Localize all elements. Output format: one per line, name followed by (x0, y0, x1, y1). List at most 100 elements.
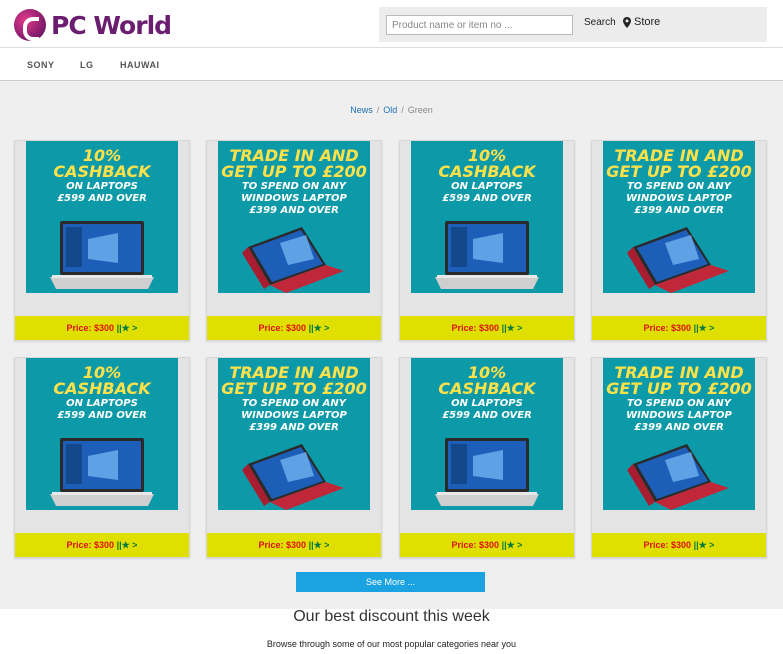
convertible-laptop-image (627, 444, 729, 510)
laptop-image (435, 438, 539, 506)
breadcrumb: News / Old / Green (0, 105, 783, 115)
promo-text: 10% CASHBACK ON LAPTOPS £599 AND OVER (26, 365, 178, 421)
promo-line: WINDOWS LAPTOP (626, 410, 732, 421)
logo-icon (14, 9, 46, 41)
price-label: Price: $300 (643, 323, 692, 333)
promo-line: £599 AND OVER (442, 410, 532, 421)
promo-text: TRADE IN AND GET UP TO £200 TO SPEND ON AN… (603, 365, 755, 433)
promo-banner[interactable]: 10% CASHBACK ON LAPTOPS £599 AND OVER (411, 358, 563, 510)
promo-banner[interactable]: 10% CASHBACK ON LAPTOPS £599 AND OVER (26, 358, 178, 510)
best-discount-title: Our best discount this week (293, 608, 490, 625)
product-card[interactable]: 10% CASHBACK ON LAPTOPS £599 AND OVER Price:… (14, 357, 190, 558)
product-card[interactable]: TRADE IN AND GET UP TO £200 TO SPEND ON AN… (591, 357, 767, 558)
laptop-image (50, 438, 154, 506)
promo-banner[interactable]: TRADE IN AND GET UP TO £200 TO SPEND ON AN… (218, 358, 370, 510)
search-input[interactable] (386, 15, 573, 35)
promo-line: GET UP TO £200 (221, 162, 367, 181)
promo-text: 10% CASHBACK ON LAPTOPS £599 AND OVER (26, 148, 178, 204)
promo-line: CASHBACK (53, 379, 151, 398)
price-label: Price: $300 (258, 323, 307, 333)
product-card[interactable]: TRADE IN AND GET UP TO £200 TO SPEND ON AN… (206, 140, 382, 341)
search-bar: Search Store (379, 7, 767, 42)
brand-link-sony[interactable]: SONY (27, 60, 55, 70)
price-bar[interactable]: Price: $300 ||★ > (15, 533, 189, 557)
breadcrumb-news[interactable]: News (350, 105, 373, 115)
price-label: Price: $300 (66, 323, 115, 333)
price-bar[interactable]: Price: $300 ||★ > (207, 533, 381, 557)
breadcrumb-separator: / (401, 105, 404, 115)
promo-line: GET UP TO £200 (606, 162, 752, 181)
breadcrumb-separator: / (376, 105, 380, 115)
promo-banner[interactable]: TRADE IN AND GET UP TO £200 TO SPEND ON AN… (218, 141, 370, 293)
laptop-image (435, 221, 539, 289)
promo-line: ON LAPTOPS (66, 398, 138, 409)
promo-line: ON LAPTOPS (451, 398, 523, 409)
price-label: Price: $300 (451, 323, 500, 333)
price-label: Price: $300 (643, 540, 692, 550)
brand-link-hauwai[interactable]: HAUWAI (120, 60, 160, 70)
convertible-laptop-image (242, 444, 344, 510)
product-card[interactable]: 10% CASHBACK ON LAPTOPS £599 AND OVER Price:… (399, 140, 575, 341)
promo-line: WINDOWS LAPTOP (241, 193, 347, 204)
promo-line: TO SPEND ON ANY (626, 398, 732, 409)
price-bar[interactable]: Price: $300 ||★ > (15, 316, 189, 340)
promo-line: CASHBACK (438, 162, 536, 181)
price-label: Price: $300 (66, 540, 115, 550)
promo-line: £399 AND OVER (634, 205, 724, 216)
laptop-image (50, 221, 154, 289)
store-button[interactable]: Store (623, 16, 660, 28)
star-chevron-icon: ||★ > (691, 323, 715, 333)
site-header: PC World Search Store (0, 0, 783, 48)
star-chevron-icon: ||★ > (691, 540, 715, 550)
best-discount-subtitle: Browse through some of our most popular … (266, 639, 517, 649)
brand-link-lg[interactable]: LG (80, 60, 94, 70)
promo-line: ON LAPTOPS (66, 181, 138, 192)
promo-text: 10% CASHBACK ON LAPTOPS £599 AND OVER (411, 365, 563, 421)
promo-line: £599 AND OVER (57, 193, 147, 204)
promo-text: TRADE IN AND GET UP TO £200 TO SPEND ON AN… (218, 148, 370, 216)
promo-line: WINDOWS LAPTOP (626, 193, 732, 204)
promo-line: £399 AND OVER (249, 422, 339, 433)
promo-banner[interactable]: 10% CASHBACK ON LAPTOPS £599 AND OVER (411, 141, 563, 293)
price-bar[interactable]: Price: $300 ||★ > (592, 316, 766, 340)
price-label: Price: $300 (451, 540, 500, 550)
pc-world-logo[interactable]: PC World (14, 9, 172, 41)
breadcrumb-current: Green (407, 105, 433, 115)
promo-text: TRADE IN AND GET UP TO £200 TO SPEND ON AN… (218, 365, 370, 433)
promo-line: TO SPEND ON ANY (626, 181, 732, 192)
promo-line: TO SPEND ON ANY (241, 181, 347, 192)
star-chevron-icon: ||★ > (499, 323, 523, 333)
product-card[interactable]: 10% CASHBACK ON LAPTOPS £599 AND OVER Price:… (14, 140, 190, 341)
promo-line: ON LAPTOPS (451, 181, 523, 192)
price-bar[interactable]: Price: $300 ||★ > (400, 316, 574, 340)
promo-banner[interactable]: TRADE IN AND GET UP TO £200 TO SPEND ON AN… (603, 141, 755, 293)
brand-nav: SONY LG HAUWAI (0, 49, 783, 81)
price-label: Price: $300 (258, 540, 307, 550)
product-card[interactable]: TRADE IN AND GET UP TO £200 TO SPEND ON AN… (591, 140, 767, 341)
price-bar[interactable]: Price: $300 ||★ > (400, 533, 574, 557)
price-bar[interactable]: Price: $300 ||★ > (592, 533, 766, 557)
search-button[interactable]: Search (584, 17, 616, 28)
logo-text: PC World (51, 10, 172, 40)
star-chevron-icon: ||★ > (306, 540, 330, 550)
promo-line: £599 AND OVER (442, 193, 532, 204)
price-bar[interactable]: Price: $300 ||★ > (207, 316, 381, 340)
main-content: News / Old / Green 10% CASHBACK ON LAPTOPS £599… (0, 82, 783, 609)
promo-line: WINDOWS LAPTOP (241, 410, 347, 421)
star-chevron-icon: ||★ > (499, 540, 523, 550)
promo-line: TO SPEND ON ANY (241, 398, 347, 409)
promo-line: £599 AND OVER (57, 410, 147, 421)
promo-banner[interactable]: TRADE IN AND GET UP TO £200 TO SPEND ON AN… (603, 358, 755, 510)
map-pin-icon (623, 16, 631, 28)
promo-line: GET UP TO £200 (221, 379, 367, 398)
promo-line: CASHBACK (53, 162, 151, 181)
product-card[interactable]: 10% CASHBACK ON LAPTOPS £599 AND OVER Price:… (399, 357, 575, 558)
promo-line: CASHBACK (438, 379, 536, 398)
promo-banner[interactable]: 10% CASHBACK ON LAPTOPS £599 AND OVER (26, 141, 178, 293)
see-more-button[interactable]: See More ... (296, 572, 485, 592)
promo-line: £399 AND OVER (249, 205, 339, 216)
breadcrumb-old[interactable]: Old (383, 105, 397, 115)
convertible-laptop-image (627, 227, 729, 293)
product-card[interactable]: TRADE IN AND GET UP TO £200 TO SPEND ON AN… (206, 357, 382, 558)
promo-line: GET UP TO £200 (606, 379, 752, 398)
